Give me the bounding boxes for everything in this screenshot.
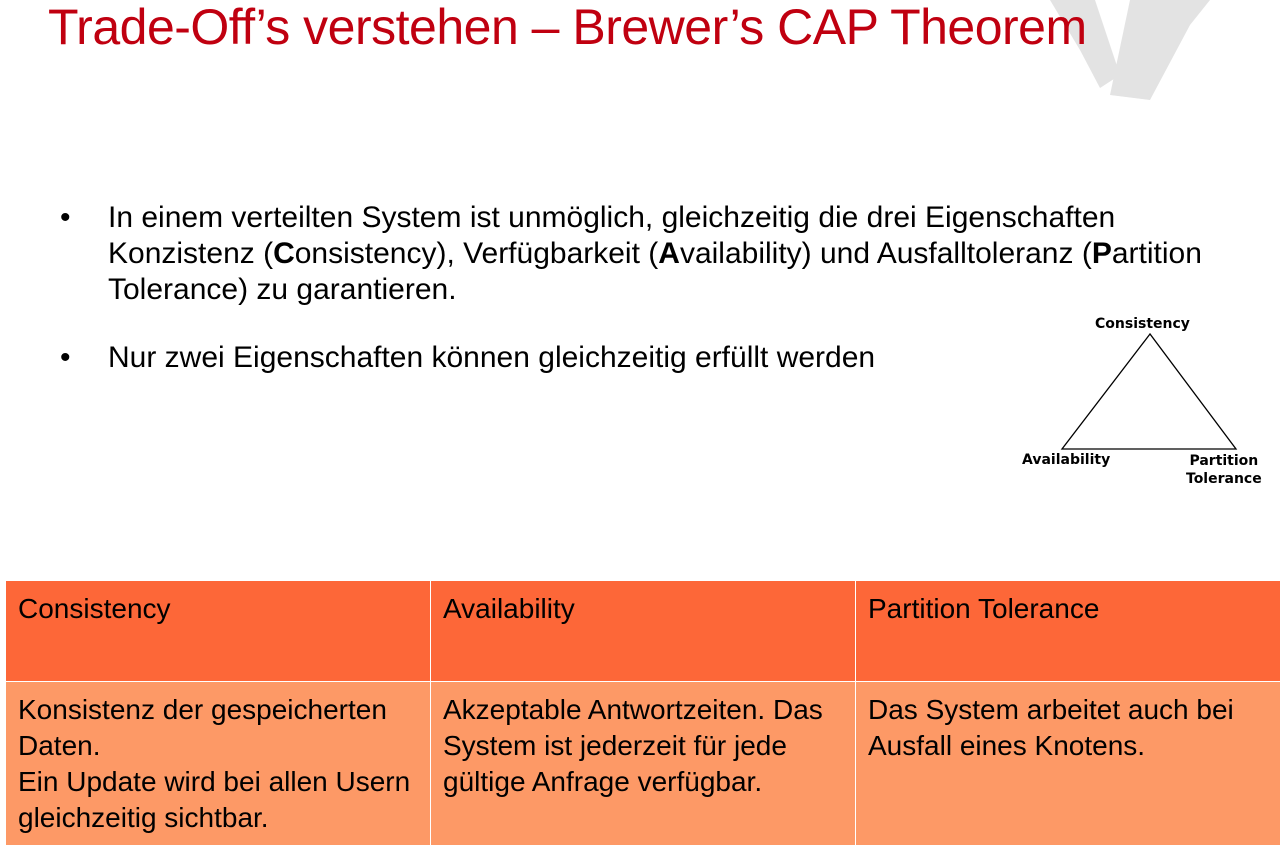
bullet-marker: • (60, 201, 71, 234)
page-title: Trade-Off’s verstehen – Brewer’s CAP The… (48, 0, 1087, 55)
bullet-item: • In einem verteilten System ist unmögli… (58, 200, 1238, 308)
table-header-row: Consistency Availability Partition Toler… (5, 580, 1281, 682)
bullet-text-emphasis: C (273, 237, 295, 270)
cap-label-consistency: Consistency (1095, 316, 1190, 332)
cap-triangle-diagram: Consistency Availability Partition Toler… (1010, 310, 1284, 490)
cap-label-partition-tolerance: Partition Tolerance (1186, 453, 1262, 487)
bullet-text-emphasis: A (658, 237, 680, 270)
table-header-cell: Consistency (5, 580, 431, 682)
bullet-text-segment: onsistency), Verfügbarkeit ( (294, 237, 659, 270)
bullet-marker: • (60, 341, 71, 374)
bullet-text: In einem verteilten System ist unmöglich… (108, 201, 1202, 306)
table-row: Konsistenz der gespeicherten Daten. Ein … (5, 681, 1281, 846)
table-cell-text: Konsistenz der gespeicherten Daten. Ein … (18, 694, 411, 833)
table-cell: Akzeptable Antwortzeiten. Das System ist… (430, 681, 856, 846)
cap-label-availability: Availability (1022, 452, 1111, 468)
bullet-text-segment: vailability) und Ausfalltoleranz ( (679, 237, 1092, 270)
table-cell-text: Das System arbeitet auch bei Ausfall ein… (868, 694, 1234, 761)
cap-table: Consistency Availability Partition Toler… (5, 580, 1281, 846)
bullet-text: Nur zwei Eigenschaften können gleichzeit… (108, 341, 876, 374)
table-cell: Konsistenz der gespeicherten Daten. Ein … (5, 681, 431, 846)
bullet-text-emphasis: P (1091, 237, 1112, 270)
table-header-cell: Partition Tolerance (855, 580, 1281, 682)
table-cell: Das System arbeitet auch bei Ausfall ein… (855, 681, 1281, 846)
table-cell-text: Akzeptable Antwortzeiten. Das System ist… (443, 694, 823, 797)
table-header-cell: Availability (430, 580, 856, 682)
